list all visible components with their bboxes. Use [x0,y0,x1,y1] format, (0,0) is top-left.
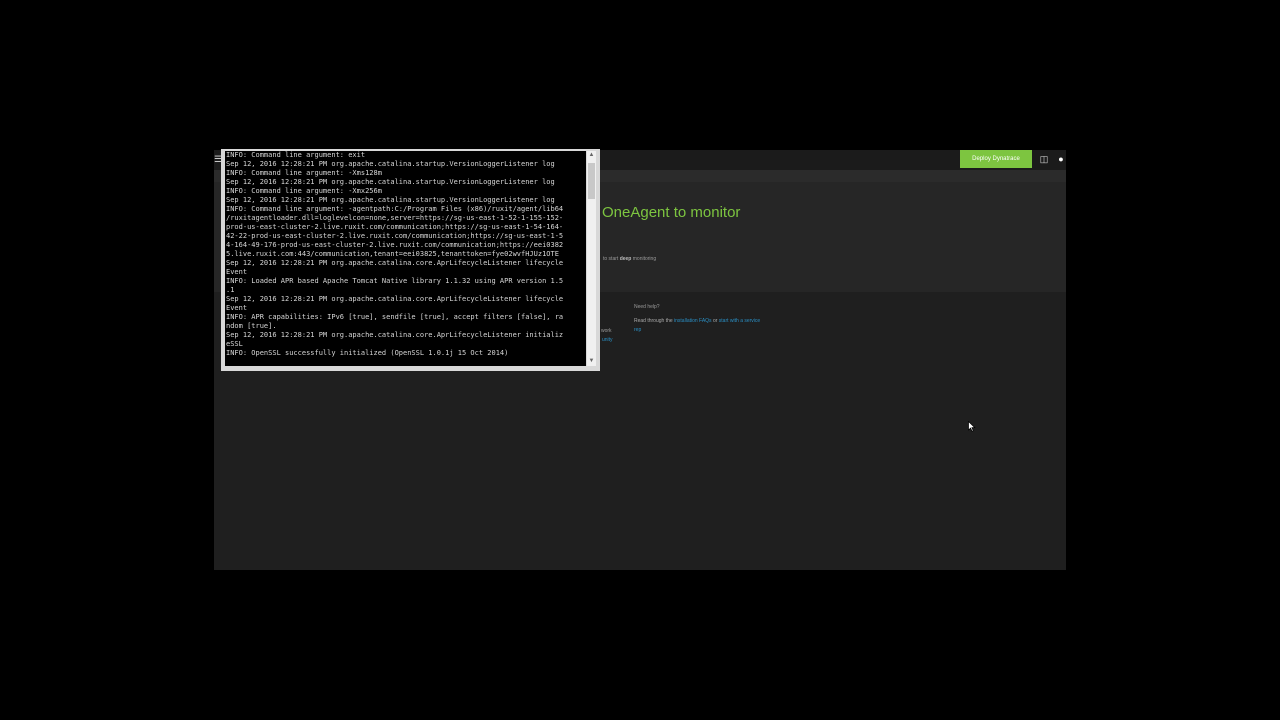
terminal-output[interactable]: INFO: Command line argument: exit Sep 12,… [225,151,586,366]
partial-link-unity[interactable]: unity [602,337,613,343]
help-text-pre: Read through the [634,318,675,324]
hero-subtitle-pre: to start [603,256,620,262]
terminal-window[interactable]: INFO: Command line argument: exit Sep 12,… [221,149,600,371]
partial-text-work: work [601,328,612,334]
terminal-line: prod-us-east-cluster-2.live.ruxit.com/co… [226,223,564,231]
desktop-screen: ☰ Deploy Dynatrace ◫ ● OneAgent to monit… [0,0,1280,720]
installation-faqs-link[interactable]: installation FAQs [674,318,712,324]
deploy-dynatrace-button[interactable]: Deploy Dynatrace [960,150,1032,168]
terminal-line: INFO: Command line argument: exit [226,151,366,159]
terminal-line: Sep 12, 2016 12:28:21 PM org.apache.cata… [226,331,564,339]
scroll-up-arrow-icon[interactable]: ▲ [587,151,596,159]
terminal-line: Sep 12, 2016 12:28:21 PM org.apache.cata… [226,160,555,168]
terminal-line: INFO: Command line argument: -agentpath:… [226,205,564,213]
mouse-pointer-icon [968,421,976,432]
terminal-line: /ruxitagentloader.dll=loglevelcon=none,s… [226,214,564,222]
help-text-mid: or [711,318,719,324]
scroll-down-arrow-icon[interactable]: ▼ [587,357,596,365]
hero-subtitle: to start deep monitoring [603,256,656,262]
terminal-line: Sep 12, 2016 12:28:21 PM org.apache.cata… [226,295,564,303]
terminal-lines: INFO: Command line argument: exit Sep 12,… [225,151,586,358]
terminal-line: Sep 12, 2016 12:28:21 PM org.apache.cata… [226,259,564,267]
hero-subtitle-bold: deep [619,256,632,262]
terminal-line: .1 [226,286,235,294]
terminal-line: INFO: Loaded APR based Apache Tomcat Nat… [226,277,564,285]
scrollbar-thumb[interactable] [588,163,595,199]
terminal-scrollbar[interactable]: ▲ ▼ [587,151,596,366]
hero-title: OneAgent to monitor [602,204,741,221]
terminal-line: eSSL [226,340,243,348]
terminal-line: Sep 12, 2016 12:28:21 PM org.apache.cata… [226,178,555,186]
terminal-line: INFO: Command line argument: -Xms128m [226,169,382,177]
help-text: Read through the installation FAQs or st… [634,317,764,335]
terminal-line: 4-164-49-176-prod-us-east-cluster-2.live… [226,241,564,249]
terminal-line: 5.live.ruxit.com:443/communication,tenan… [226,250,559,258]
terminal-line: INFO: Command line argument: -Xmx256m [226,187,382,195]
chat-icon[interactable]: ◫ [1038,153,1050,165]
user-icon[interactable]: ● [1056,153,1066,165]
hero-subtitle-post: monitoring [631,256,657,262]
help-heading: Need help? [634,304,660,310]
terminal-line: Sep 12, 2016 12:28:21 PM org.apache.cata… [226,196,555,204]
terminal-line: INFO: OpenSSL successfully initialized (… [226,349,509,357]
terminal-line: Event [226,268,248,276]
terminal-line: 42-22-prod-us-east-cluster-2.live.ruxit.… [226,232,564,240]
terminal-line: INFO: APR capabilities: IPv6 [true], sen… [226,313,564,321]
terminal-line: ndom [true]. [226,322,277,330]
terminal-line: Event [226,304,248,312]
